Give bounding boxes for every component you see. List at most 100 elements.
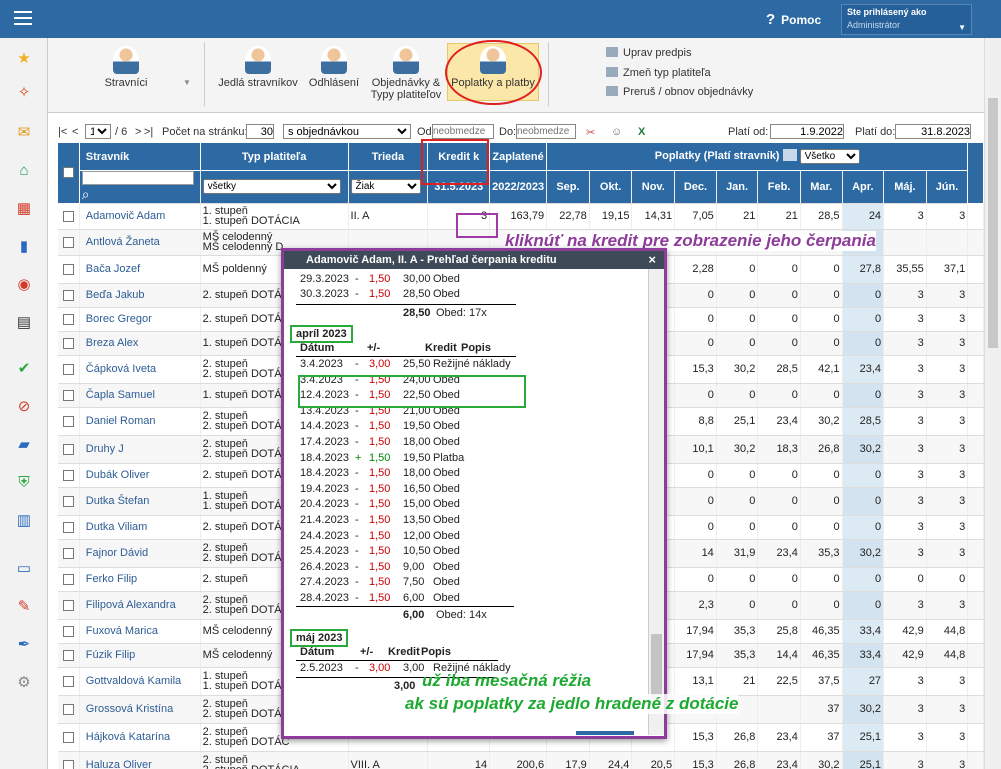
row-checkbox[interactable]: [62, 337, 74, 349]
row-checkbox[interactable]: [62, 675, 74, 687]
stravnik-name[interactable]: Dubák Oliver: [79, 463, 201, 488]
row-checkbox[interactable]: [62, 573, 74, 585]
popup-scrollbar[interactable]: [648, 269, 664, 735]
stravnik-name[interactable]: Fajnor Dávid: [79, 539, 201, 568]
col-typ[interactable]: Typ platiteľa: [199, 142, 349, 171]
gear-icon[interactable]: ⚙: [14, 672, 34, 692]
row-checkbox[interactable]: [62, 521, 74, 533]
col-trieda[interactable]: Trieda: [347, 142, 429, 171]
last-page-button[interactable]: >|: [144, 126, 153, 138]
row-checkbox[interactable]: [62, 210, 74, 222]
feather-icon[interactable]: ✒: [14, 634, 34, 654]
row-checkbox[interactable]: [62, 731, 74, 743]
row-checkbox[interactable]: [62, 313, 74, 325]
stravnik-name[interactable]: Ferko Filip: [79, 567, 201, 592]
stravnik-name[interactable]: Grossová Kristína: [79, 695, 201, 724]
per-page-input[interactable]: [246, 124, 274, 139]
page-scrollbar[interactable]: [984, 38, 1001, 769]
mail-icon[interactable]: ✉: [14, 122, 34, 142]
stravnik-name[interactable]: Filipová Alexandra: [79, 591, 201, 620]
briefcase-icon[interactable]: ▰: [14, 434, 34, 454]
user-export-icon[interactable]: ☺: [611, 126, 622, 138]
stravnik-name[interactable]: Čapla Samuel: [79, 383, 201, 408]
prev-page-button[interactable]: <: [72, 126, 78, 138]
stravnik-name[interactable]: Hájková Katarína: [79, 723, 201, 752]
do-input[interactable]: [516, 124, 576, 139]
row-checkbox[interactable]: [62, 625, 74, 637]
table-row[interactable]: Adamovič Adam 1. stupeň 1. stupeň DOTÁCIA I…: [57, 203, 984, 230]
stravnik-name[interactable]: Antlová Žaneta: [79, 229, 201, 256]
jedla-button[interactable]: Jedlá stravníkov: [213, 46, 303, 89]
kredit-cell[interactable]: 14: [427, 751, 491, 769]
magic-wand-icon[interactable]: ✧: [14, 82, 34, 102]
row-checkbox[interactable]: [62, 263, 74, 275]
stravnik-name[interactable]: Čápková Iveta: [79, 355, 201, 384]
month-jan[interactable]: Jan.: [716, 170, 759, 204]
name-filter-input[interactable]: [81, 171, 194, 185]
stravnik-name[interactable]: Fuxová Marica: [79, 619, 201, 644]
help-button[interactable]: ? Pomoc: [766, 11, 821, 28]
row-checkbox[interactable]: [62, 443, 74, 455]
first-page-button[interactable]: |<: [58, 126, 67, 138]
close-icon[interactable]: ×: [648, 252, 656, 267]
odhlaseni-button[interactable]: Odhlásení: [304, 46, 364, 89]
calendar-icon[interactable]: [782, 149, 797, 161]
month-okt[interactable]: Okt.: [589, 170, 633, 204]
clear-filter-icon[interactable]: ✂: [586, 126, 595, 139]
shield-icon[interactable]: ⛨: [14, 472, 34, 492]
row-checkbox[interactable]: [62, 649, 74, 661]
stravnik-name[interactable]: Bača Jozef: [79, 255, 201, 284]
row-checkbox[interactable]: [62, 236, 74, 248]
month-feb[interactable]: Feb.: [757, 170, 801, 204]
chat-icon[interactable]: ✎: [14, 596, 34, 616]
bar-chart-icon[interactable]: ▥: [14, 510, 34, 530]
stravnik-name[interactable]: Gottvaldová Kamila: [79, 667, 201, 696]
row-checkbox[interactable]: [62, 363, 74, 375]
page-select[interactable]: 1: [85, 124, 111, 139]
stravnik-name[interactable]: Dutka Viliam: [79, 515, 201, 540]
user-circle-icon[interactable]: ◉: [14, 274, 34, 294]
stravnik-name[interactable]: Beďa Jakub: [79, 283, 201, 308]
typ-filter-select[interactable]: všetky: [202, 179, 341, 195]
od-input[interactable]: [432, 124, 494, 139]
prerus-button[interactable]: Preruš / obnov objednávky: [606, 86, 753, 98]
month-nov[interactable]: Nov.: [631, 170, 676, 204]
zmen-typ-button[interactable]: Zmeň typ platiteľa: [606, 67, 711, 79]
month-mar[interactable]: Mar.: [800, 170, 843, 204]
month-dec[interactable]: Dec.: [674, 170, 717, 204]
month-jun[interactable]: Jún.: [926, 170, 969, 204]
month-maj[interactable]: Máj.: [883, 170, 927, 204]
home-icon[interactable]: ⌂: [14, 160, 34, 180]
stravnik-name[interactable]: Borec Gregor: [79, 307, 201, 332]
row-checkbox[interactable]: [62, 469, 74, 481]
menu-icon[interactable]: [14, 11, 32, 25]
calendar-grid-icon[interactable]: ▦: [14, 198, 34, 218]
row-checkbox[interactable]: [62, 547, 74, 559]
plati-od-input[interactable]: [770, 124, 844, 139]
objednavky-button[interactable]: Objednávky & Typy platiteľov: [366, 46, 446, 101]
month-apr[interactable]: Apr.: [842, 170, 885, 204]
stravnik-name[interactable]: Fúzik Filip: [79, 643, 201, 668]
calendar-icon[interactable]: ▤: [14, 312, 34, 332]
uprav-predpis-button[interactable]: Uprav predpis: [606, 47, 691, 59]
check-circle-icon[interactable]: ✔: [14, 358, 34, 378]
table-row[interactable]: Haluza Oliver2. stupeň2. stupeň DOTÁCIAV…: [57, 751, 984, 769]
next-page-button[interactable]: >: [135, 126, 141, 138]
row-checkbox[interactable]: [62, 415, 74, 427]
row-checkbox[interactable]: [62, 495, 74, 507]
book-icon[interactable]: ▮: [14, 236, 34, 256]
stravnik-name[interactable]: Adamovič Adam: [79, 203, 201, 230]
popup-action-bar[interactable]: [576, 731, 634, 735]
search-icon[interactable]: ⌕: [82, 186, 90, 202]
stravnik-name[interactable]: Druhy J: [79, 435, 201, 464]
row-checkbox[interactable]: [62, 389, 74, 401]
month-sep[interactable]: Sep.: [546, 170, 590, 204]
col-stravnik[interactable]: Stravník: [78, 142, 201, 171]
row-checkbox[interactable]: [62, 599, 74, 611]
stravnik-name[interactable]: Daniel Roman: [79, 407, 201, 436]
plati-do-input[interactable]: [895, 124, 971, 139]
excel-icon[interactable]: X: [638, 126, 645, 138]
user-menu[interactable]: Ste prihlásený ako Administrátor ▼: [841, 4, 972, 35]
star-icon[interactable]: ★: [14, 48, 34, 68]
stravnik-name[interactable]: Dutka Štefan: [79, 487, 201, 516]
